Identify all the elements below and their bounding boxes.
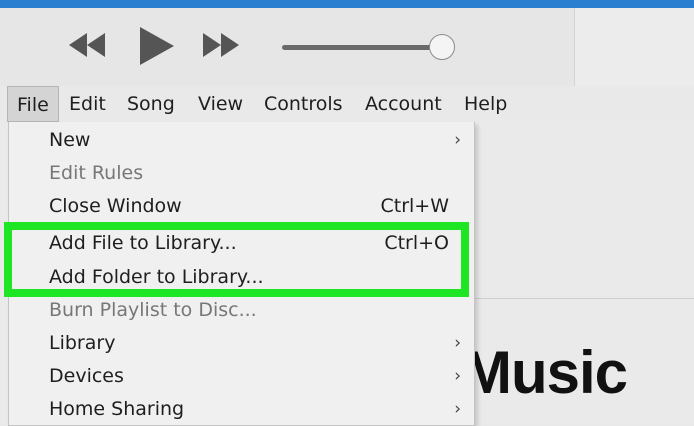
menu-item-label: Add File to Library... (49, 232, 237, 254)
menu-edit[interactable]: Edit (60, 86, 115, 122)
menu-item-close-window[interactable]: Close Window Ctrl+W (9, 190, 474, 223)
menu-separator (45, 224, 455, 225)
content-divider (470, 298, 694, 299)
menu-bar: File Edit Song View Controls Account Hel… (0, 86, 694, 122)
menu-item-library[interactable]: Library › (9, 327, 474, 360)
menu-item-add-folder-to-library[interactable]: Add Folder to Library... (9, 261, 474, 294)
menu-account[interactable]: Account (356, 86, 451, 122)
menu-item-home-sharing[interactable]: Home Sharing › (9, 393, 474, 425)
submenu-arrow-icon: › (454, 366, 461, 386)
menu-item-label: Close Window (49, 195, 182, 217)
rewind-icon[interactable] (66, 30, 108, 60)
menu-item-label: Add Folder to Library... (49, 266, 264, 288)
menu-item-add-file-to-library[interactable]: Add File to Library... Ctrl+O (9, 227, 474, 260)
menu-file[interactable]: File (7, 86, 59, 122)
page-title: Music (462, 339, 628, 406)
now-playing-area (574, 8, 694, 86)
menu-item-label: Devices (49, 365, 124, 387)
volume-slider-knob[interactable] (429, 34, 455, 60)
menu-item-burn-playlist: Burn Playlist to Disc... (9, 294, 474, 327)
submenu-arrow-icon: › (454, 399, 461, 419)
window-title-bar (0, 0, 694, 8)
menu-item-shortcut: Ctrl+W (380, 195, 449, 217)
play-icon[interactable] (136, 25, 176, 67)
submenu-arrow-icon: › (454, 130, 461, 150)
menu-item-label: New (49, 129, 91, 151)
menu-item-label: Library (49, 332, 116, 354)
submenu-arrow-icon: › (454, 333, 461, 353)
menu-item-label: Edit Rules (49, 162, 144, 184)
menu-help[interactable]: Help (455, 86, 516, 122)
menu-view[interactable]: View (189, 86, 252, 122)
player-toolbar (0, 8, 694, 87)
menu-item-devices[interactable]: Devices › (9, 360, 474, 393)
menu-item-new[interactable]: New › (9, 124, 474, 157)
menu-item-label: Burn Playlist to Disc... (49, 299, 257, 321)
menu-song[interactable]: Song (118, 86, 184, 122)
volume-slider-track[interactable] (282, 45, 442, 50)
menu-controls[interactable]: Controls (255, 86, 352, 122)
menu-item-shortcut: Ctrl+O (384, 232, 449, 254)
fast-forward-icon[interactable] (200, 30, 242, 60)
file-menu-dropdown: New › Edit Rules Close Window Ctrl+W Add… (8, 122, 475, 426)
menu-item-edit-rules: Edit Rules (9, 157, 474, 190)
menu-item-label: Home Sharing (49, 398, 185, 420)
